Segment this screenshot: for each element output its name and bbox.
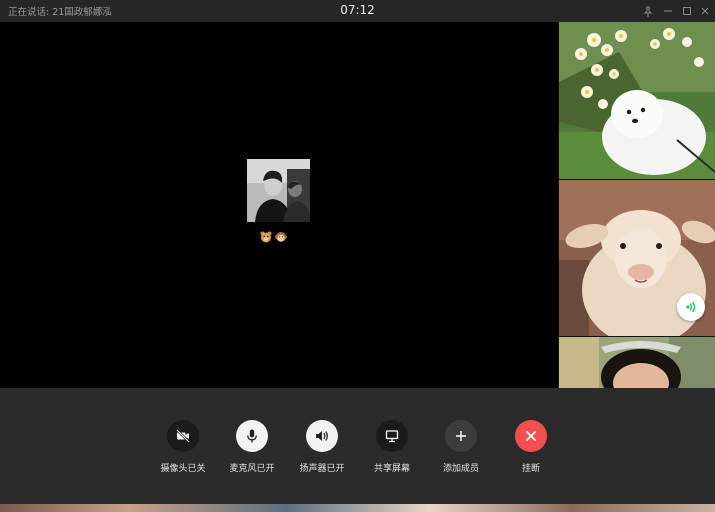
- maximize-icon[interactable]: [679, 3, 695, 19]
- microphone-icon: [236, 420, 268, 452]
- add-member-button[interactable]: 添加成员: [426, 420, 496, 474]
- main-participant-nickname: [260, 231, 287, 243]
- add-member-label: 添加成员: [442, 464, 479, 474]
- speaker-toggle-button[interactable]: 扬声器已开: [287, 420, 357, 474]
- hang-up-button[interactable]: 挂断: [496, 420, 566, 474]
- participant-tile[interactable]: [559, 337, 715, 388]
- mic-toggle-button[interactable]: 麦克风已开: [217, 420, 287, 474]
- pin-icon[interactable]: [640, 3, 656, 19]
- share-screen-button[interactable]: 共享屏幕: [357, 420, 427, 474]
- main-video-area: [0, 22, 558, 388]
- participant-list: [558, 22, 715, 388]
- title-bar: 正在说话: 21国政郁娜泓 07:12: [0, 0, 715, 22]
- speaker-icon: [306, 420, 338, 452]
- bear-emoji-icon: [260, 231, 272, 243]
- background-strip: [0, 504, 715, 512]
- active-speaker-label: 正在说话: 21国政郁娜泓: [8, 7, 112, 18]
- screen-share-icon: [376, 420, 408, 452]
- plus-icon: [445, 420, 477, 452]
- monkey-emoji-icon: [275, 232, 287, 242]
- camera-toggle-label: 摄像头已关: [160, 464, 206, 474]
- voice-activity-icon: [677, 293, 705, 321]
- camera-off-icon: [167, 420, 199, 452]
- main-participant-avatar: [247, 159, 310, 222]
- call-toolbar: 摄像头已关 麦克风已开 扬声器已开 共享屏幕 添加成员 挂断: [0, 388, 715, 504]
- share-screen-label: 共享屏幕: [373, 464, 410, 474]
- camera-toggle-button[interactable]: 摄像头已关: [148, 420, 218, 474]
- participant-tile-speaking[interactable]: [559, 180, 715, 336]
- speaker-toggle-label: 扬声器已开: [299, 464, 345, 474]
- close-icon: [515, 420, 547, 452]
- hang-up-label: 挂断: [521, 464, 540, 474]
- close-window-icon[interactable]: [697, 3, 713, 19]
- mic-toggle-label: 麦克风已开: [229, 464, 275, 474]
- minimize-icon[interactable]: [660, 3, 676, 19]
- participant-tile[interactable]: [559, 22, 715, 179]
